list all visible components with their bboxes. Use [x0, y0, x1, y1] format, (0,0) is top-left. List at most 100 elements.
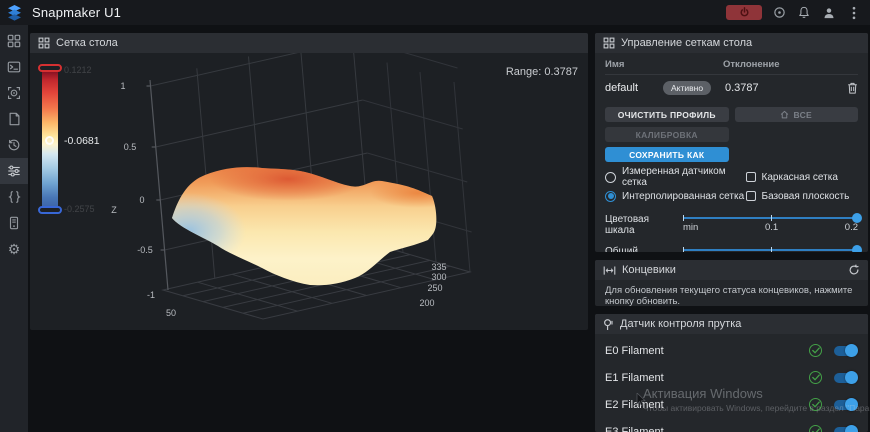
filament-e3-toggle[interactable]	[834, 427, 856, 432]
filament-e0-toggle[interactable]	[834, 346, 856, 356]
filament-row-e1: E1 Filament	[605, 364, 858, 391]
user-icon[interactable]	[821, 5, 837, 21]
grid-icon	[38, 37, 50, 49]
endstops-panel: Концевики Для обновления текущего статус…	[595, 260, 868, 306]
global-scale-label: Общий масштаб	[605, 245, 673, 252]
z-axis-label: Z	[111, 205, 117, 215]
refresh-endstops-button[interactable]	[848, 264, 860, 276]
dashboard-icon	[7, 34, 21, 48]
mesh-manage-panel-header: Управление сеткам стола	[595, 33, 868, 53]
bed-mesh-panel-title: Сетка стола	[56, 37, 118, 49]
sidebar-item-dashboard[interactable]	[0, 28, 28, 54]
emergency-stop-button[interactable]	[726, 5, 762, 20]
delete-profile-button[interactable]	[847, 82, 858, 94]
mesh-profile-row[interactable]: default Активно 0.3787	[605, 75, 858, 101]
app-title: Snapmaker U1	[32, 5, 121, 20]
gear-icon: ⚙	[8, 242, 21, 256]
status-ok-icon	[809, 398, 822, 411]
history-icon	[7, 138, 21, 152]
filament-row-e2: E2 Filament	[605, 391, 858, 418]
color-scale-slider-row: Цветовая шкала min 0.1 0.2	[605, 213, 858, 236]
z-tick-neg1: -1	[147, 290, 155, 300]
colorbar-mid-handle[interactable]	[45, 136, 54, 145]
power-icon	[739, 7, 750, 18]
code-braces-icon	[7, 190, 22, 204]
z-tick-1: 1	[120, 81, 125, 91]
bed-mesh-plot-area[interactable]: Range: 0.3787	[30, 53, 588, 330]
sidebar-item-settings[interactable]: ⚙	[0, 236, 28, 262]
tune-sliders-icon	[7, 164, 21, 178]
checkbox-icon	[746, 191, 756, 201]
radio-probed-mesh[interactable]: Измеренная датчиком сетка	[605, 169, 746, 185]
z-tick-0: 0	[139, 195, 144, 205]
status-ok-icon	[809, 371, 822, 384]
bed-mesh-panel: Сетка стола Range: 0.3787	[30, 33, 588, 330]
filament-e1-toggle[interactable]	[834, 373, 856, 383]
file-icon	[8, 112, 21, 126]
sidebar-item-files[interactable]	[0, 106, 28, 132]
endstops-panel-title: Концевики	[622, 264, 676, 276]
trash-icon	[847, 82, 858, 94]
global-scale-slider[interactable]	[683, 249, 858, 251]
checkbox-wireframe[interactable]: Каркасная сетка	[746, 169, 858, 185]
bed-mesh-3d-plot[interactable]	[30, 53, 588, 330]
refresh-icon	[848, 264, 860, 276]
mesh-table-header: Имя Отклонение	[605, 54, 858, 75]
mesh-manage-panel-title: Управление сеткам стола	[621, 37, 752, 49]
home-icon	[780, 110, 789, 119]
y-tick-300: 300	[431, 272, 446, 282]
console-icon	[7, 60, 21, 74]
colorbar-max-handle[interactable]	[38, 64, 62, 72]
sidebar-item-tune[interactable]	[0, 158, 28, 184]
snapmaker-logo	[0, 5, 28, 21]
sidebar-item-history[interactable]	[0, 132, 28, 158]
clear-profile-button[interactable]: ОЧИСТИТЬ ПРОФИЛЬ	[605, 107, 729, 122]
global-scale-slider-row: Общий масштаб 1.0 1.5 2.0	[605, 245, 858, 252]
machine-icon	[8, 216, 20, 230]
filament-e2-toggle[interactable]	[834, 400, 856, 410]
filament-row-e3: E3 Filament	[605, 418, 858, 432]
save-as-button[interactable]: СОХРАНИТЬ КАК	[605, 147, 729, 162]
bell-icon[interactable]	[796, 5, 812, 21]
radio-icon	[605, 172, 616, 183]
topbar: Snapmaker U1	[0, 0, 870, 25]
sidebar-item-camera[interactable]	[0, 80, 28, 106]
colorbar-min-label: -0.2575	[64, 204, 95, 214]
endstops-description: Для обновления текущего статуса концевик…	[595, 280, 868, 306]
y-tick-200: 200	[419, 298, 434, 308]
colorbar-max-label: 0.1212	[64, 65, 92, 75]
colorbar-mid-label: -0.0681	[64, 135, 100, 147]
endstop-icon	[603, 265, 616, 276]
y-tick-335: 335	[431, 262, 446, 272]
x-tick-50: 50	[166, 308, 176, 318]
colorbar-min-handle[interactable]	[38, 206, 62, 214]
profile-deviation: 0.3787	[723, 82, 838, 94]
color-scale-slider-handle[interactable]	[852, 213, 862, 223]
sidebar-item-macros[interactable]	[0, 184, 28, 210]
calibrate-button[interactable]: КАЛИБРОВКА	[605, 127, 729, 142]
global-scale-slider-handle[interactable]	[852, 245, 862, 252]
checkbox-icon	[746, 172, 756, 182]
checkbox-flat-plane[interactable]: Базовая плоскость	[746, 188, 858, 204]
active-badge: Активно	[663, 81, 711, 95]
filament-sensor-icon	[603, 318, 614, 331]
mesh-manage-panel: Управление сеткам стола Имя Отклонение d…	[595, 33, 868, 252]
radio-interpolated-mesh[interactable]: Интерполированная сетка	[605, 188, 746, 204]
bed-mesh-panel-header: Сетка стола	[30, 33, 588, 53]
radio-icon	[605, 191, 616, 202]
target-circle-icon[interactable]	[771, 5, 787, 21]
column-name: Имя	[605, 59, 723, 70]
filament-sensor-panel: Датчик контроля прутка E0 Filament E1 Fi…	[595, 314, 868, 432]
kebab-menu-icon[interactable]	[846, 5, 862, 21]
z-tick-05: 0.5	[124, 142, 137, 152]
column-deviation: Отклонение	[723, 59, 838, 70]
camera-icon	[7, 86, 21, 100]
color-scale-slider[interactable]	[683, 217, 858, 219]
status-ok-icon	[809, 344, 822, 357]
y-tick-250: 250	[427, 283, 442, 293]
filament-panel-title: Датчик контроля прутка	[620, 318, 741, 330]
sidebar-item-console[interactable]	[0, 54, 28, 80]
sidebar-item-machine[interactable]	[0, 210, 28, 236]
grid-icon	[603, 37, 615, 49]
all-button[interactable]: ВСЕ	[735, 107, 859, 122]
